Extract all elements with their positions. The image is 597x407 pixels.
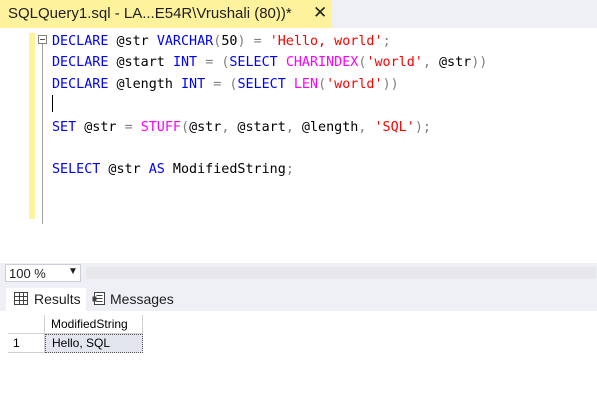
results-grid: ModifiedString 1 Hello, SQL <box>0 311 597 407</box>
code-token: 'Hello, world' <box>269 34 383 49</box>
code-token: SELECT <box>229 55 278 71</box>
code-token: INT <box>172 55 198 71</box>
code-token: 'world' <box>366 55 423 71</box>
code-token: ); <box>414 119 431 135</box>
tab-messages[interactable]: Messages <box>88 288 182 311</box>
code-line[interactable] <box>52 138 487 159</box>
code-token: CHARINDEX <box>285 55 359 71</box>
code-text[interactable]: DECLARE @str VARCHAR (50) = 'Hello, world… <box>52 31 487 181</box>
code-token: ModifiedString <box>164 162 286 178</box>
code-token: @str <box>108 34 157 49</box>
code-token: DECLARE <box>52 34 109 49</box>
code-token: 50 <box>221 34 238 49</box>
code-token: STUFF <box>140 119 181 135</box>
messages-icon <box>92 292 105 305</box>
tab-messages-label: Messages <box>110 291 174 307</box>
code-token: 'SQL' <box>374 119 415 135</box>
code-token: SELECT <box>52 162 101 178</box>
code-token: )) <box>382 76 399 92</box>
zoom-dropdown[interactable]: 100 % ▼ <box>5 264 81 282</box>
code-line[interactable] <box>52 95 487 116</box>
tab-results-label: Results <box>34 291 81 307</box>
query-editor[interactable]: DECLARE @str VARCHAR (50) = 'Hello, world… <box>0 28 597 263</box>
tab-results[interactable]: Results <box>6 288 86 311</box>
code-token: ( <box>318 76 327 92</box>
code-token: LEN <box>293 76 319 92</box>
code-token: ; <box>382 34 391 49</box>
horizontal-scrollbar[interactable] <box>86 267 596 279</box>
row-header[interactable]: 1 <box>8 334 45 353</box>
outline-guide <box>42 44 43 224</box>
close-icon[interactable]: ✕ <box>313 3 327 23</box>
code-line[interactable]: DECLARE @str VARCHAR(50) = 'Hello, world… <box>52 31 487 52</box>
code-token: DECLARE <box>52 76 109 92</box>
code-token: @str <box>430 55 472 71</box>
query-tab-title: SQLQuery1.sql - LA...E54R\Vrushali (80))… <box>8 5 292 22</box>
code-token: , <box>422 55 431 71</box>
grid-icon <box>14 292 28 305</box>
code-line[interactable]: SET @str = STUFF(@str, @start, @length, … <box>52 117 487 138</box>
code-token: ; <box>285 162 294 178</box>
code-token: ) <box>237 34 246 49</box>
line-gutter <box>0 28 29 263</box>
code-line[interactable]: SELECT @str AS ModifiedString; <box>52 159 487 180</box>
editor-status-row: 100 % ▼ <box>0 263 597 283</box>
code-token: )) <box>471 55 488 71</box>
results-tab-bar: Results Messages <box>0 283 597 311</box>
code-token: @start <box>229 119 286 135</box>
code-token: = <box>253 34 262 49</box>
chevron-down-icon: ▼ <box>68 266 78 277</box>
code-token: @str <box>76 119 125 135</box>
grid-corner[interactable] <box>8 315 45 334</box>
code-token: @length <box>293 119 359 135</box>
code-token: ( <box>181 119 190 135</box>
code-token: @length <box>108 76 181 92</box>
document-tab-bar: SQLQuery1.sql - LA...E54R\Vrushali (80))… <box>0 0 597 28</box>
code-token: , <box>285 119 294 135</box>
code-token: = <box>124 119 133 135</box>
collapse-icon[interactable] <box>38 35 47 44</box>
code-line[interactable]: DECLARE @start INT = (SELECT CHARINDEX('… <box>52 52 487 73</box>
code-token: AS <box>148 162 165 178</box>
column-header[interactable]: ModifiedString <box>45 315 143 334</box>
code-token: @str <box>189 119 222 135</box>
change-tracking-bar <box>29 33 35 219</box>
code-token: @str <box>100 162 149 178</box>
code-token: SET <box>52 119 77 135</box>
code-token: VARCHAR <box>156 34 214 49</box>
code-token: INT <box>181 76 206 92</box>
query-tab[interactable]: SQLQuery1.sql - LA...E54R\Vrushali (80))… <box>0 0 332 28</box>
code-token: @start <box>108 55 173 71</box>
code-token: SELECT <box>237 76 286 92</box>
code-line[interactable]: DECLARE @length INT = (SELECT LEN('world… <box>52 74 487 95</box>
code-token: DECLARE <box>52 55 109 71</box>
zoom-value: 100 % <box>9 266 46 281</box>
code-token: 'world' <box>326 76 383 92</box>
result-cell[interactable]: Hello, SQL <box>45 334 143 353</box>
text-caret <box>52 95 53 113</box>
